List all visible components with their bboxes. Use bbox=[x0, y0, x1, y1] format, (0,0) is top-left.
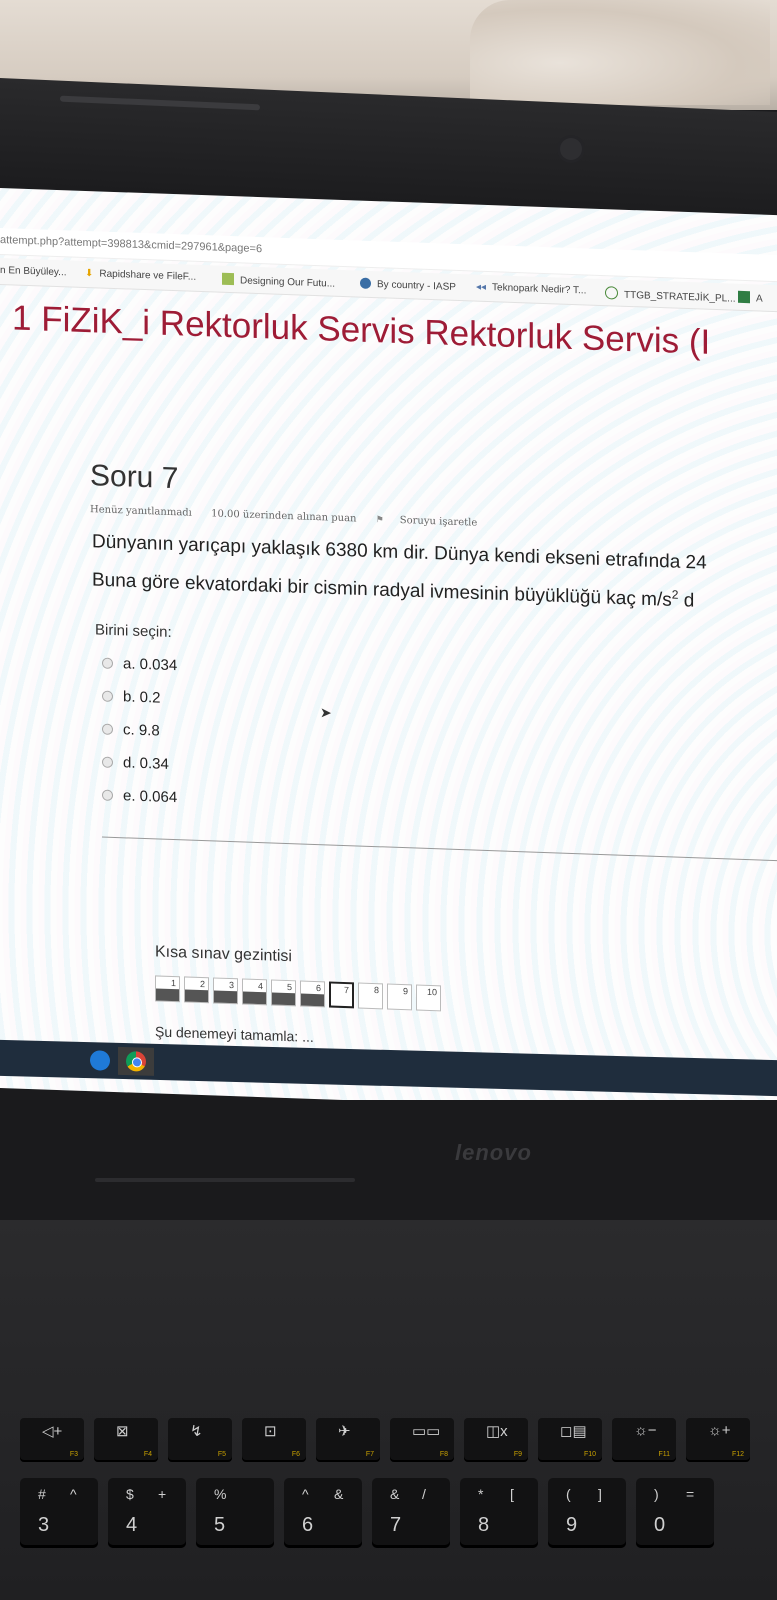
background-couch-cushion bbox=[470, 0, 770, 105]
globe-icon bbox=[360, 277, 371, 289]
quiz-nav-page-button[interactable]: 2 bbox=[184, 976, 209, 1004]
quiz-nav-page-button[interactable]: 9 bbox=[387, 983, 412, 1011]
question-status: Henüz yanıtlanmadı bbox=[90, 504, 192, 519]
edge-icon[interactable] bbox=[90, 1050, 110, 1071]
quiz-nav-buttons: 1 2 3 4 5 6 7 8 9 10 bbox=[155, 975, 441, 1012]
radio-button[interactable] bbox=[102, 657, 113, 669]
bookmark-item[interactable]: By country - IASP bbox=[360, 277, 456, 293]
key-f5[interactable]: ↯ F5 bbox=[168, 1418, 232, 1462]
bookmark-item[interactable]: Designing Our Futu... bbox=[222, 272, 335, 290]
key-f11[interactable]: ☼− F11 bbox=[612, 1418, 676, 1462]
bookmark-item[interactable]: TTGB_STRATEJİK_PL... bbox=[605, 286, 736, 305]
laptop-screen: attempt.php?attempt=398813&cmid=297961&p… bbox=[0, 188, 777, 1116]
answer-option[interactable]: a. 0.034 bbox=[102, 647, 177, 683]
answer-option[interactable]: d. 0.34 bbox=[102, 746, 177, 782]
course-title: 1 FiZiK_i Rektorluk Servis Rektorluk Ser… bbox=[12, 298, 711, 362]
divider bbox=[102, 836, 777, 862]
document-icon bbox=[222, 272, 234, 286]
bookmark-item[interactable]: n En Büyüley... bbox=[0, 265, 67, 278]
quiz-nav-title: Kısa sınav gezintisi bbox=[155, 943, 292, 966]
address-text: attempt.php?attempt=398813&cmid=297961&p… bbox=[0, 234, 263, 256]
bookmark-item[interactable]: A bbox=[738, 290, 763, 305]
key-f7[interactable]: ✈ F7 bbox=[316, 1418, 380, 1462]
mouse-cursor-icon: ➤ bbox=[320, 704, 332, 721]
quiz-nav-page-button[interactable]: 3 bbox=[213, 977, 238, 1005]
lenovo-logo: lenovo bbox=[455, 1140, 532, 1165]
key-9[interactable]: (] 9 bbox=[548, 1478, 626, 1548]
quiz-nav-page-button-current[interactable]: 7 bbox=[329, 981, 354, 1009]
chrome-icon[interactable] bbox=[118, 1046, 154, 1076]
key-8[interactable]: *[8 bbox=[460, 1478, 538, 1548]
answer-option[interactable]: c. 9.8 bbox=[102, 713, 177, 749]
quiz-nav-page-button[interactable]: 6 bbox=[300, 980, 325, 1008]
key-6[interactable]: ^ & 6 bbox=[284, 1478, 362, 1548]
number-key-row: # ^ 3 $ +4 % 5 ^ & 6 &/7 *[8 (] 9 ) = 0 bbox=[20, 1478, 714, 1548]
bookmark-item[interactable]: ⬇ Rapidshare ve FileF... bbox=[85, 268, 196, 283]
green-square-icon bbox=[738, 290, 750, 304]
radio-button[interactable] bbox=[102, 690, 113, 702]
ttgb-icon bbox=[605, 286, 618, 300]
key-f6[interactable]: ⊡ F6 bbox=[242, 1418, 306, 1462]
bezel-line bbox=[95, 1178, 355, 1182]
choose-label: Birini seçin: bbox=[95, 621, 172, 641]
key-f8[interactable]: ▭▭ F8 bbox=[390, 1418, 454, 1462]
finish-attempt-link[interactable]: Şu denemeyi tamamla: ... bbox=[155, 1023, 314, 1045]
question-points: 10.00 üzerinden alınan puan bbox=[211, 508, 357, 525]
question-meta: Henüz yanıtlanmadı 10.00 üzerinden alına… bbox=[90, 504, 509, 530]
bookmark-item[interactable]: ◂◂ Teknopark Nedir? T... bbox=[476, 282, 586, 297]
question-title: Soru 7 bbox=[90, 459, 179, 496]
key-f9[interactable]: ◫x F9 bbox=[464, 1418, 528, 1462]
function-key-row: ◁+ F3 ⊠ F4 ↯ F5 ⊡ F6 ✈ F7 ▭▭ F8 ◫x F9 ◻▤ F10 ☼− F… bbox=[20, 1418, 750, 1462]
quiz-nav-page-button[interactable]: 8 bbox=[358, 982, 383, 1010]
flag-icon: ⚑ bbox=[375, 515, 384, 526]
flag-question-link[interactable]: ⚑ Soruyu işaretle bbox=[376, 514, 494, 529]
radio-button[interactable] bbox=[102, 756, 113, 768]
quiz-nav-page-button[interactable]: 5 bbox=[271, 979, 296, 1007]
key-f12[interactable]: ☼+ F12 bbox=[686, 1418, 750, 1462]
key-5[interactable]: % 5 bbox=[196, 1478, 274, 1548]
key-7[interactable]: &/7 bbox=[372, 1478, 450, 1548]
question-text: Dünyanın yarıçapı yaklaşık 6380 km dir. … bbox=[92, 526, 707, 618]
key-f3[interactable]: ◁+ F3 bbox=[20, 1418, 84, 1462]
quiz-nav-page-button[interactable]: 4 bbox=[242, 978, 267, 1006]
download-icon: ⬇ bbox=[85, 267, 94, 280]
key-4[interactable]: $ +4 bbox=[108, 1478, 186, 1548]
radio-button[interactable] bbox=[102, 723, 113, 735]
answer-option[interactable]: e. 0.064 bbox=[102, 779, 177, 815]
laptop-bottom-bezel bbox=[0, 1100, 777, 1220]
radio-button[interactable] bbox=[102, 789, 113, 801]
key-f4[interactable]: ⊠ F4 bbox=[94, 1418, 158, 1462]
key-3[interactable]: # ^ 3 bbox=[20, 1478, 98, 1548]
key-f10[interactable]: ◻▤ F10 bbox=[538, 1418, 602, 1462]
answer-option[interactable]: b. 0.2 bbox=[102, 680, 177, 716]
webcam bbox=[560, 138, 582, 160]
quiz-nav-page-button[interactable]: 10 bbox=[416, 984, 441, 1012]
key-0[interactable]: ) = 0 bbox=[636, 1478, 714, 1548]
answer-options: a. 0.034 b. 0.2 c. 9.8 d. 0.34 e. 0.064 bbox=[102, 647, 177, 815]
teknopark-icon: ◂◂ bbox=[476, 281, 487, 293]
quiz-nav-page-button[interactable]: 1 bbox=[155, 975, 180, 1003]
